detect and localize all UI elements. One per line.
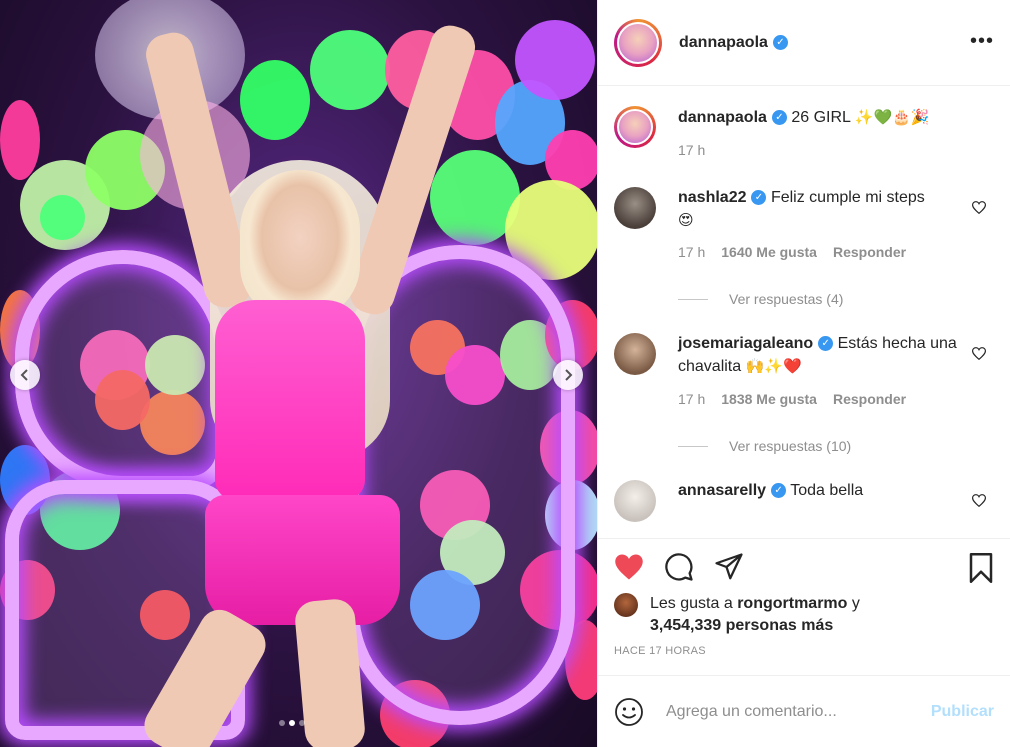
comment-item: nashla22 ✓ Feliz cumple mi steps 😍 17 h 1…: [614, 187, 994, 263]
pink-top: [215, 300, 365, 500]
carousel-dot-active: [289, 720, 295, 726]
likes-summary: Les gusta a rongortmarmo y 3,454,339 per…: [614, 593, 994, 637]
chevron-right-icon: [565, 369, 573, 381]
heart-outline-icon[interactable]: [971, 347, 987, 363]
comment-username[interactable]: annasarelly: [678, 482, 766, 499]
more-horizontal-icon[interactable]: •••: [970, 30, 994, 53]
caption-emojis: ✨💚🎂🎉: [854, 108, 930, 126]
comments-section[interactable]: dannapaola ✓ 26 GIRL ✨💚🎂🎉 17 h nashla22 ✓ …: [598, 86, 1010, 538]
add-comment-bar: Publicar: [598, 675, 1010, 747]
likes-prefix: Les gusta a: [650, 595, 733, 612]
neon-number-two-top: [15, 250, 230, 490]
avatar[interactable]: [614, 18, 662, 67]
reply-button[interactable]: Responder: [833, 241, 906, 263]
caption-time: 17 h: [678, 142, 706, 158]
verified-badge-icon: ✓: [771, 483, 787, 499]
verified-badge-icon: ✓: [751, 190, 767, 206]
balloon: [240, 60, 310, 140]
publish-button[interactable]: Publicar: [931, 703, 994, 721]
comment-item: annasarelly ✓ Toda bella: [614, 480, 994, 522]
verified-badge-icon: ✓: [818, 336, 834, 352]
post-photo[interactable]: [0, 0, 597, 747]
liker-avatar[interactable]: [614, 593, 638, 617]
balloon: [0, 100, 40, 180]
commenter-avatar[interactable]: [614, 333, 656, 375]
caption-username[interactable]: dannapaola: [678, 109, 767, 126]
comment-text: Feliz cumple mi steps: [770, 189, 925, 206]
reply-button[interactable]: Responder: [833, 388, 906, 410]
comment-emoji: 🙌✨❤️: [745, 357, 802, 375]
view-replies-button[interactable]: Ver respuestas (4): [678, 291, 994, 307]
likes-count[interactable]: 3,454,339 personas más: [650, 617, 833, 634]
post-container: dannapaola ✓ ••• dannapaola ✓ 26 GIRL ✨💚🎂…: [0, 0, 1010, 747]
header-username[interactable]: dannapaola: [679, 34, 768, 52]
heart-outline-icon[interactable]: [971, 494, 987, 510]
likes-and: y: [851, 595, 860, 612]
comment-input[interactable]: [666, 702, 931, 721]
carousel-next-button[interactable]: [553, 360, 583, 390]
balloon: [310, 30, 390, 110]
carousel-prev-button[interactable]: [10, 360, 40, 390]
verified-badge-icon: ✓: [771, 110, 787, 126]
comment-likes[interactable]: 1838 Me gusta: [721, 388, 817, 410]
face: [240, 170, 360, 320]
heart-outline-icon[interactable]: [971, 201, 987, 217]
balloon: [40, 195, 85, 240]
view-replies-label: Ver respuestas (4): [729, 291, 844, 307]
view-replies-button[interactable]: Ver respuestas (10): [678, 438, 994, 454]
share-icon[interactable]: [714, 552, 744, 582]
commenter-avatar[interactable]: [614, 187, 656, 229]
carousel-dot: [299, 720, 305, 726]
balloon: [515, 20, 595, 100]
post-header: dannapaola ✓ •••: [598, 0, 1010, 86]
comment-time: 17 h: [678, 391, 706, 407]
verified-badge-icon: ✓: [772, 35, 788, 50]
likes-user[interactable]: rongortmarmo: [737, 595, 847, 612]
chevron-left-icon: [20, 369, 28, 381]
caption-text: 26 GIRL: [791, 109, 851, 126]
commenter-avatar[interactable]: [614, 480, 656, 522]
carousel-dot: [279, 720, 285, 726]
comment-emoji: 😍: [678, 211, 694, 229]
heart-filled-icon[interactable]: [614, 552, 644, 582]
actions-section: Les gusta a rongortmarmo y 3,454,339 per…: [598, 538, 1010, 673]
carousel-indicator: [279, 720, 305, 726]
emoji-smile-icon[interactable]: [614, 697, 644, 727]
caption: dannapaola ✓ 26 GIRL ✨💚🎂🎉 17 h: [614, 106, 994, 161]
caption-avatar[interactable]: [614, 106, 656, 148]
post-side-panel: dannapaola ✓ ••• dannapaola ✓ 26 GIRL ✨💚🎂…: [597, 0, 1010, 747]
comment-likes[interactable]: 1640 Me gusta: [721, 241, 817, 263]
post-time[interactable]: HACE 17 HORAS: [614, 645, 994, 657]
bookmark-icon[interactable]: [966, 553, 996, 583]
comment-username[interactable]: josemariagaleano: [678, 335, 813, 352]
comment-icon[interactable]: [664, 552, 694, 582]
comment-time: 17 h: [678, 244, 706, 260]
view-replies-label: Ver respuestas (10): [729, 438, 852, 454]
comment-text: Toda bella: [790, 482, 864, 499]
comment-username[interactable]: nashla22: [678, 189, 746, 206]
comment-item: josemariagaleano ✓ Estás hecha una chaval…: [614, 333, 994, 410]
